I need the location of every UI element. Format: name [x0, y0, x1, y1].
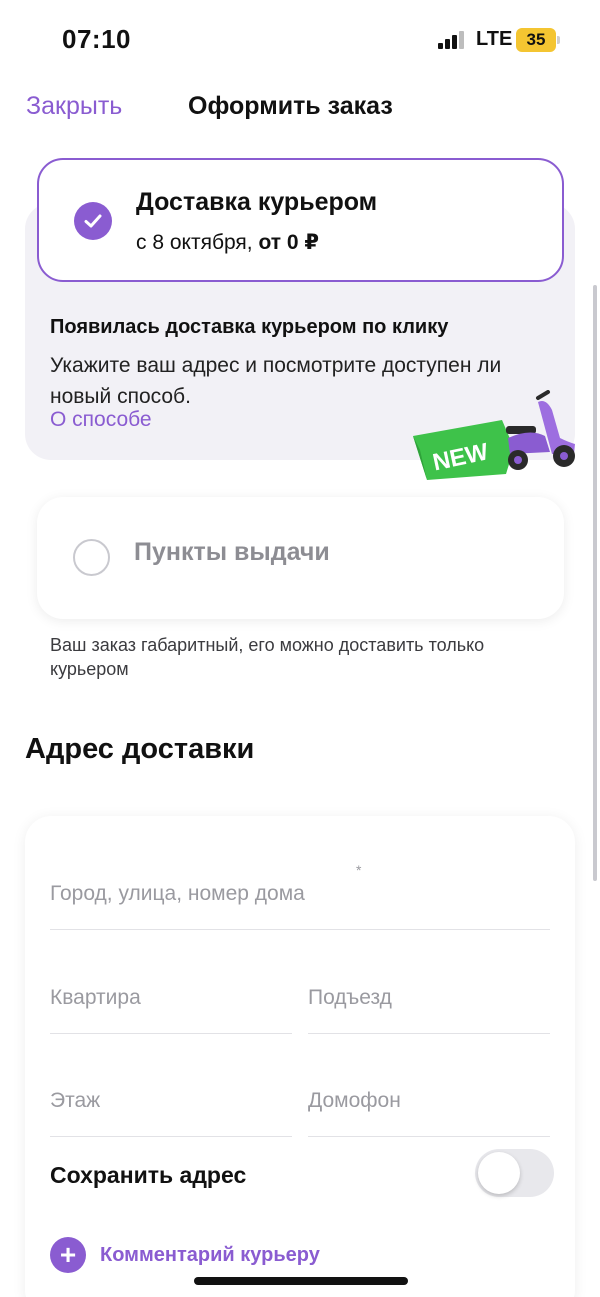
status-time: 07:10 [62, 24, 131, 54]
about-method-link[interactable]: О способе [50, 408, 152, 432]
pickup-option-title: Пункты выдачи [134, 538, 330, 566]
courier-comment-label: Комментарий курьеру [100, 1243, 320, 1266]
close-button[interactable]: Закрыть [26, 92, 122, 121]
battery-tip [557, 36, 560, 44]
radio-button[interactable] [73, 539, 110, 576]
save-address-label: Сохранить адрес [50, 1162, 247, 1188]
check-icon [74, 202, 112, 240]
intercom-field[interactable] [308, 1065, 550, 1137]
street-input[interactable] [50, 858, 550, 929]
pickup-points-option[interactable]: Пункты выдачи [37, 497, 564, 619]
network-type: LTE [476, 28, 513, 50]
floor-input[interactable] [50, 1065, 292, 1136]
required-mark: * [356, 862, 362, 878]
toggle-knob [478, 1152, 520, 1194]
courier-comment-button[interactable]: + Комментарий курьеру [50, 1237, 320, 1273]
entrance-input[interactable] [308, 962, 550, 1033]
courier-date: с 8 октября, [136, 231, 259, 254]
courier-delivery-option[interactable]: Доставка курьером с 8 октября, от 0 ₽ [37, 158, 564, 282]
save-address-toggle[interactable] [475, 1149, 554, 1197]
address-section-title: Адрес доставки [25, 733, 255, 765]
street-field[interactable]: * [50, 858, 550, 930]
courier-option-subtitle: с 8 октября, от 0 ₽ [136, 230, 319, 255]
pickup-note: Ваш заказ габаритный, его можно доставит… [50, 635, 485, 679]
scrollbar[interactable] [593, 285, 597, 881]
apartment-field[interactable] [50, 962, 292, 1034]
scooter-illustration: NEW [410, 390, 585, 485]
status-bar: 07:10 LTE 35 [0, 0, 600, 78]
header: Закрыть Оформить заказ [0, 78, 600, 138]
entrance-field[interactable] [308, 962, 550, 1034]
plus-icon: + [50, 1237, 86, 1273]
apartment-input[interactable] [50, 962, 292, 1033]
promo-title: Появилась доставка курьером по клику [50, 316, 449, 338]
courier-option-title: Доставка курьером [136, 188, 378, 216]
floor-field[interactable] [50, 1065, 292, 1137]
battery-icon: 35 [516, 28, 556, 52]
signal-icon [438, 31, 468, 49]
home-indicator[interactable] [194, 1277, 408, 1285]
intercom-input[interactable] [308, 1065, 550, 1136]
courier-price: от 0 ₽ [258, 231, 320, 254]
page-title: Оформить заказ [188, 92, 393, 120]
